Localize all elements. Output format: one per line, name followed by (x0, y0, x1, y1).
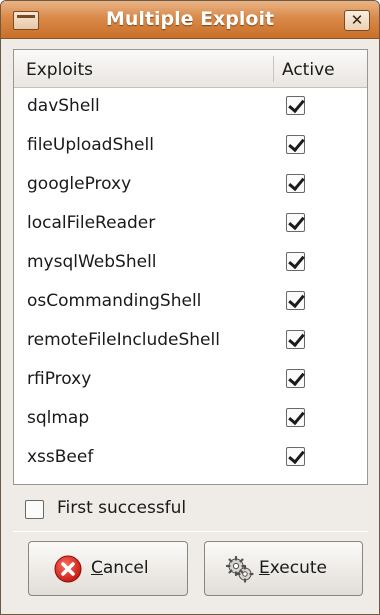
active-checkbox[interactable] (286, 135, 305, 154)
table-row[interactable]: fileUploadShell (14, 127, 367, 166)
multiple-exploit-dialog: Multiple Exploit ✕ Exploits Active davSh… (0, 0, 380, 615)
exploit-name: davShell (27, 96, 100, 116)
column-header-exploits[interactable]: Exploits (26, 60, 93, 80)
exploit-name: xssBeef (27, 447, 94, 467)
exploit-name: localFileReader (27, 213, 156, 233)
list-header: Exploits Active (14, 50, 367, 88)
active-checkbox[interactable] (286, 408, 305, 427)
exploit-name: fileUploadShell (27, 135, 154, 155)
table-row[interactable]: googleProxy (14, 166, 367, 205)
exploit-name: osCommandingShell (27, 291, 202, 311)
table-row[interactable]: rfiProxy (14, 361, 367, 400)
active-checkbox[interactable] (286, 330, 305, 349)
gears-icon (226, 555, 254, 583)
exploit-name: sqlmap (27, 408, 90, 428)
title-bar[interactable]: Multiple Exploit ✕ (1, 1, 379, 39)
first-successful-checkbox[interactable] (25, 500, 44, 519)
table-row[interactable]: mysqlWebShell (14, 244, 367, 283)
exploit-list: Exploits Active davShell fileUploadShell… (13, 49, 368, 485)
active-checkbox[interactable] (286, 447, 305, 466)
active-checkbox[interactable] (286, 291, 305, 310)
column-header-active[interactable]: Active (282, 60, 335, 80)
execute-button[interactable]: Execute (204, 541, 363, 596)
active-checkbox[interactable] (286, 213, 305, 232)
first-successful-label[interactable]: First successful (57, 498, 186, 518)
active-checkbox[interactable] (286, 369, 305, 388)
table-row[interactable]: localFileReader (14, 205, 367, 244)
exploit-name: googleProxy (27, 174, 132, 194)
active-checkbox[interactable] (286, 174, 305, 193)
table-row[interactable]: osCommandingShell (14, 283, 367, 322)
active-checkbox[interactable] (286, 96, 305, 115)
exploit-name: remoteFileIncludeShell (27, 330, 220, 350)
exploit-name: rfiProxy (27, 369, 92, 389)
close-button[interactable]: ✕ (344, 10, 370, 31)
active-checkbox[interactable] (286, 252, 305, 271)
table-row[interactable]: sqlmap (14, 400, 367, 439)
divider (13, 531, 368, 532)
cancel-button[interactable]: Cancel (28, 541, 188, 596)
cancel-button-label: Cancel (91, 558, 149, 578)
table-row[interactable]: remoteFileIncludeShell (14, 322, 367, 361)
table-row[interactable]: xssBeef (14, 439, 367, 478)
execute-button-label: Execute (259, 558, 327, 578)
column-separator (273, 56, 274, 82)
exploit-name: mysqlWebShell (27, 252, 157, 272)
table-row[interactable]: davShell (14, 88, 367, 127)
close-icon: ✕ (350, 11, 364, 29)
window-title: Multiple Exploit (105, 8, 275, 30)
cancel-icon (54, 555, 82, 583)
